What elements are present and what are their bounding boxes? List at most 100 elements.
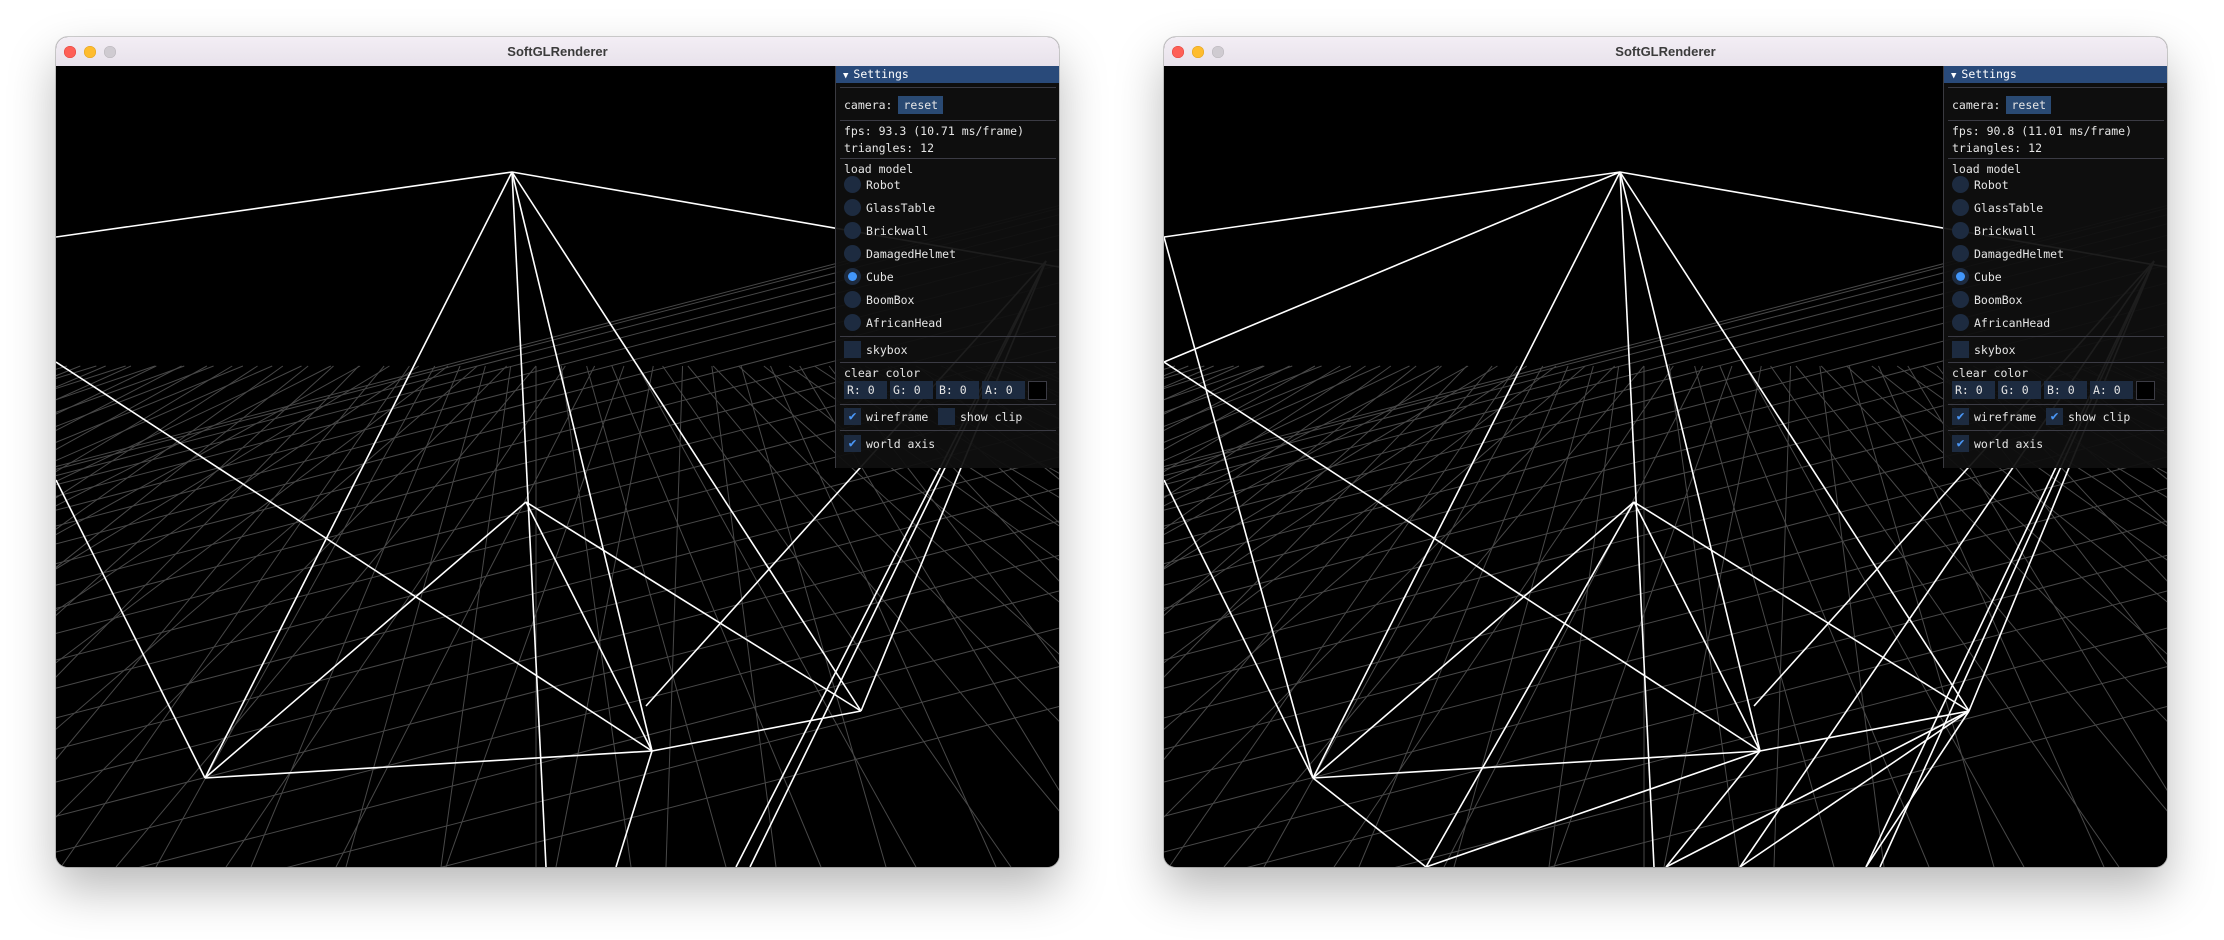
model-label: GlassTable [1974,201,2044,215]
camera-reset-button[interactable]: reset [898,96,944,114]
clear-color-label: clear color [1952,366,2029,380]
model-label: Cube [866,270,894,284]
radio-button[interactable] [1952,291,1969,308]
model-label: BoomBox [866,293,915,307]
triangles-text: triangles: 12 [1952,141,2043,155]
clear-color-a-field[interactable]: A: 0 [2090,381,2133,399]
radio-button[interactable] [1952,199,1969,216]
render-viewport[interactable]: ▼ Settings camera: reset fps: 93.3 (10.71 … [56,66,1059,867]
show-clip-toggle[interactable]: ✔ show clip [2046,407,2130,427]
clear-color-label: clear color [844,366,921,380]
fps-text: fps: 93.3 (10.71 ms/frame) [844,124,1025,138]
window-title: SoftGLRenderer [507,44,608,59]
model-option-cube[interactable]: Cube [844,267,894,287]
clear-color-b-field[interactable]: B: 0 [2044,381,2087,399]
radio-button[interactable] [1952,176,1969,193]
world-axis-checkbox[interactable]: ✔ [1952,435,1969,452]
clear-color-a-field[interactable]: A: 0 [982,381,1025,399]
model-label: BoomBox [1974,293,2023,307]
radio-button[interactable] [844,245,861,262]
model-option-glasstable[interactable]: GlassTable [1952,198,2043,218]
model-option-glasstable[interactable]: GlassTable [844,198,935,218]
model-label: Robot [866,178,901,192]
load-model-label: load model [844,162,914,176]
settings-header[interactable]: ▼ Settings [836,66,1059,83]
world-axis-label: world axis [866,437,936,451]
radio-button-selected[interactable] [844,268,861,285]
skybox-label: skybox [866,343,908,357]
radio-button[interactable] [1952,222,1969,239]
model-label: Cube [1974,270,2002,284]
clear-color-g-field[interactable]: G: 0 [890,381,933,399]
skybox-toggle[interactable]: skybox [1952,340,2016,360]
model-option-robot[interactable]: Robot [1952,175,2009,195]
show-clip-toggle[interactable]: show clip [938,407,1022,427]
skybox-label: skybox [1974,343,2016,357]
collapse-triangle-icon[interactable]: ▼ [843,68,848,85]
model-option-boombox[interactable]: BoomBox [1952,290,2022,310]
model-option-africanhead[interactable]: AfricanHead [1952,313,2050,333]
render-viewport[interactable]: ▼ Settings camera: reset fps: 90.8 (11.01 … [1164,66,2167,867]
wireframe-toggle[interactable]: ✔ wireframe [844,407,928,427]
radio-button[interactable] [844,222,861,239]
title-bar[interactable]: SoftGLRenderer [56,37,1059,67]
clear-color-swatch[interactable] [2136,381,2155,400]
world-axis-checkbox[interactable]: ✔ [844,435,861,452]
model-option-africanhead[interactable]: AfricanHead [844,313,942,333]
renderer-window-left: SoftGLRenderer ▼ Settings camera: reset … [56,37,1059,867]
model-option-damagedhelmet[interactable]: DamagedHelmet [1952,244,2064,264]
settings-panel: ▼ Settings camera: reset fps: 90.8 (11.01 … [1943,66,2167,468]
model-option-brickwall[interactable]: Brickwall [1952,221,2036,241]
wireframe-checkbox[interactable]: ✔ [844,408,861,425]
settings-header[interactable]: ▼ Settings [1944,66,2167,83]
camera-row: camera: reset [844,96,944,114]
model-label: Robot [1974,178,2009,192]
model-label: DamagedHelmet [866,247,957,261]
model-option-brickwall[interactable]: Brickwall [844,221,928,241]
model-option-damagedhelmet[interactable]: DamagedHelmet [844,244,956,264]
model-option-cube[interactable]: Cube [1952,267,2002,287]
clear-color-b-field[interactable]: B: 0 [936,381,979,399]
show-clip-label: show clip [960,410,1023,424]
radio-button[interactable] [844,314,861,331]
triangles-text: triangles: 12 [844,141,935,155]
camera-row: camera: reset [1952,96,2052,114]
show-clip-label: show clip [2068,410,2131,424]
radio-button[interactable] [844,199,861,216]
clear-color-r-field[interactable]: R: 0 [1952,381,1995,399]
radio-button[interactable] [1952,314,1969,331]
model-label: Brickwall [1974,224,2037,238]
collapse-triangle-icon[interactable]: ▼ [1951,68,1956,85]
renderer-window-right: SoftGLRenderer ▼ Settings camera: reset … [1164,37,2167,867]
fps-text: fps: 90.8 (11.01 ms/frame) [1952,124,2133,138]
radio-button[interactable] [1952,245,1969,262]
model-option-boombox[interactable]: BoomBox [844,290,914,310]
window-title: SoftGLRenderer [1615,44,1716,59]
radio-button[interactable] [844,176,861,193]
skybox-checkbox[interactable] [844,341,861,358]
skybox-toggle[interactable]: skybox [844,340,908,360]
show-clip-checkbox[interactable]: ✔ [2046,408,2063,425]
camera-label: camera: [844,98,893,112]
clear-color-r-field[interactable]: R: 0 [844,381,887,399]
radio-button[interactable] [844,291,861,308]
settings-title: Settings [853,67,909,81]
clear-color-row: R: 0 G: 0 B: 0 A: 0 [1952,381,2155,400]
title-bar[interactable]: SoftGLRenderer [1164,37,2167,67]
camera-reset-button[interactable]: reset [2006,96,2052,114]
clear-color-swatch[interactable] [1028,381,1047,400]
radio-button-selected[interactable] [1952,268,1969,285]
model-label: AfricanHead [1974,316,2051,330]
wireframe-checkbox[interactable]: ✔ [1952,408,1969,425]
clear-color-g-field[interactable]: G: 0 [1998,381,2041,399]
model-label: Brickwall [866,224,929,238]
show-clip-checkbox[interactable] [938,408,955,425]
world-axis-toggle[interactable]: ✔ world axis [1952,434,2043,454]
clear-color-row: R: 0 G: 0 B: 0 A: 0 [844,381,1047,400]
model-option-robot[interactable]: Robot [844,175,901,195]
skybox-checkbox[interactable] [1952,341,1969,358]
world-axis-toggle[interactable]: ✔ world axis [844,434,935,454]
model-label: AfricanHead [866,316,943,330]
wireframe-toggle[interactable]: ✔ wireframe [1952,407,2036,427]
camera-label: camera: [1952,98,2001,112]
